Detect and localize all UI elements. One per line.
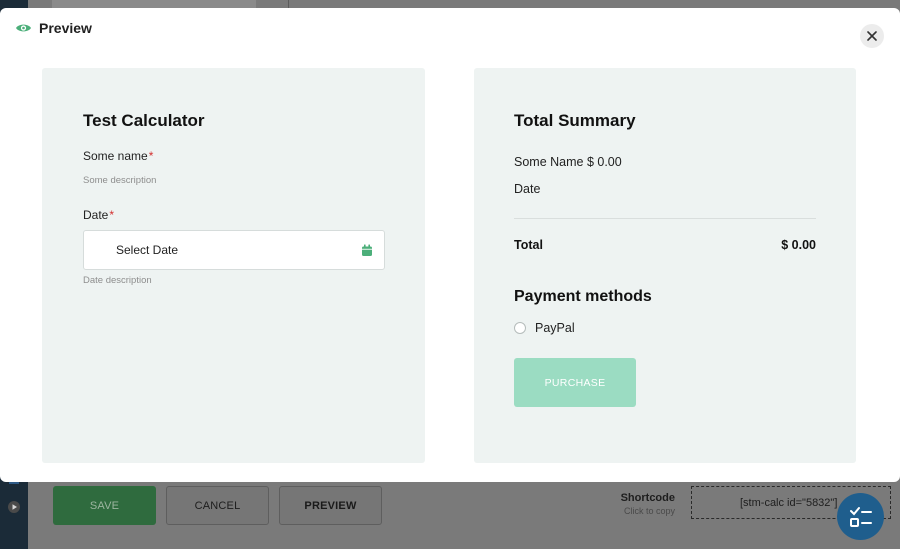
payment-methods-title: Payment methods [514, 288, 652, 305]
cancel-button[interactable]: CANCEL [166, 486, 269, 525]
field-label-some-name: Some name* [83, 149, 154, 163]
editor-divider [288, 0, 289, 8]
required-mark: * [109, 208, 115, 222]
required-mark: * [148, 149, 154, 163]
save-button[interactable]: SAVE [53, 486, 156, 525]
checklist-fab[interactable] [837, 493, 884, 540]
field-description-some-name: Some description [83, 175, 157, 186]
total-label: Total [514, 238, 543, 252]
date-placeholder: Select Date [116, 243, 179, 257]
modal-title: Preview [39, 20, 92, 36]
close-icon [867, 31, 877, 41]
total-value: $ 0.00 [781, 238, 816, 252]
payment-option-paypal[interactable]: PayPal [514, 321, 575, 335]
checklist-icon [849, 506, 872, 527]
shortcode-hint: Click to copy [623, 506, 675, 516]
modal-header: Preview [15, 20, 92, 36]
summary-line-some-name: Some Name $ 0.00 [514, 155, 622, 169]
date-picker-input[interactable]: Select Date [83, 230, 385, 270]
calendar-icon [362, 244, 372, 256]
preview-button[interactable]: PREVIEW [279, 486, 382, 525]
field-label-date: Date* [83, 208, 115, 222]
field-description-date: Date description [83, 275, 152, 286]
paypal-label: PayPal [535, 321, 575, 335]
calculator-title: Test Calculator [83, 111, 205, 130]
paypal-radio[interactable] [514, 322, 526, 334]
calculator-panel: Test Calculator Some name* Some descript… [42, 68, 425, 463]
summary-title: Total Summary [514, 111, 636, 130]
play-icon[interactable] [7, 500, 21, 514]
editor-top-strip [52, 0, 256, 8]
eye-icon [16, 24, 31, 32]
summary-line-date: Date [514, 182, 541, 196]
close-button[interactable] [860, 24, 884, 48]
preview-modal: Preview Test Calculator Some name* Some … [0, 8, 900, 482]
summary-panel: Total Summary Some Name $ 0.00 Date Tota… [474, 68, 856, 463]
shortcode-label: Shortcode [620, 492, 675, 504]
purchase-button[interactable]: PURCHASE [514, 358, 636, 407]
summary-divider [514, 218, 816, 219]
